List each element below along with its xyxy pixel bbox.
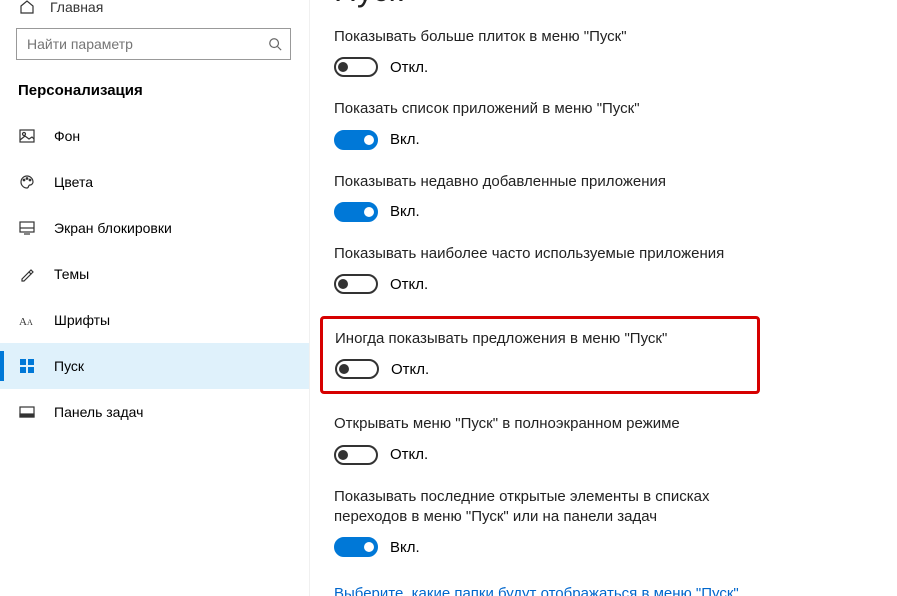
picture-icon [18, 129, 36, 143]
toggle-state: Откл. [390, 446, 428, 463]
setting-jumplists: Показывать последние открытые элементы в… [334, 487, 873, 558]
sidebar-item-fonts[interactable]: AA Шрифты [0, 297, 309, 343]
toggle-state: Вкл. [390, 131, 420, 148]
sidebar-item-label: Экран блокировки [54, 220, 172, 236]
svg-text:A: A [27, 318, 33, 327]
setting-label: Открывать меню "Пуск" в полноэкранном ре… [334, 414, 774, 434]
home-label: Главная [50, 0, 103, 15]
fonts-icon: AA [18, 312, 36, 328]
sidebar: Главная Персонализация Фон Цвета [0, 0, 310, 596]
taskbar-icon [18, 406, 36, 418]
toggle-state: Откл. [391, 361, 429, 378]
start-icon [18, 358, 36, 374]
toggle-suggestions[interactable] [335, 359, 379, 379]
setting-label: Показывать последние открытые элементы в… [334, 487, 774, 528]
sidebar-item-label: Фон [54, 128, 80, 144]
setting-recent-apps: Показывать недавно добавленные приложени… [334, 172, 873, 222]
sidebar-item-home[interactable]: Главная [0, 0, 309, 20]
sidebar-item-lockscreen[interactable]: Экран блокировки [0, 205, 309, 251]
toggle-more-tiles[interactable] [334, 57, 378, 77]
setting-label: Показывать наиболее часто используемые п… [334, 244, 774, 264]
home-icon [18, 0, 36, 15]
toggle-state: Откл. [390, 276, 428, 293]
search-field[interactable] [27, 36, 268, 52]
folders-link[interactable]: Выберите, какие папки будут отображаться… [334, 585, 739, 596]
search-input[interactable] [16, 28, 291, 60]
sidebar-item-label: Панель задач [54, 404, 143, 420]
themes-icon [18, 266, 36, 282]
setting-label: Иногда показывать предложения в меню "Пу… [335, 329, 745, 349]
sidebar-item-background[interactable]: Фон [0, 113, 309, 159]
setting-app-list: Показать список приложений в меню "Пуск"… [334, 99, 873, 149]
toggle-app-list[interactable] [334, 130, 378, 150]
main-content: Пуск Показывать больше плиток в меню "Пу… [310, 0, 897, 596]
setting-fullscreen: Открывать меню "Пуск" в полноэкранном ре… [334, 414, 873, 464]
toggle-most-used[interactable] [334, 274, 378, 294]
setting-most-used: Показывать наиболее часто используемые п… [334, 244, 873, 294]
sidebar-item-label: Пуск [54, 358, 84, 374]
sidebar-item-themes[interactable]: Темы [0, 251, 309, 297]
setting-label: Показывать недавно добавленные приложени… [334, 172, 774, 192]
toggle-state: Вкл. [390, 203, 420, 220]
sidebar-item-label: Цвета [54, 174, 93, 190]
toggle-state: Вкл. [390, 539, 420, 556]
toggle-fullscreen[interactable] [334, 445, 378, 465]
sidebar-item-label: Шрифты [54, 312, 110, 328]
setting-more-tiles: Показывать больше плиток в меню "Пуск" О… [334, 27, 873, 77]
sidebar-item-taskbar[interactable]: Панель задач [0, 389, 309, 435]
sidebar-item-label: Темы [54, 266, 89, 282]
setting-label: Показать список приложений в меню "Пуск" [334, 99, 774, 119]
toggle-jumplists[interactable] [334, 537, 378, 557]
highlighted-setting: Иногда показывать предложения в меню "Пу… [320, 316, 760, 394]
toggle-recent-apps[interactable] [334, 202, 378, 222]
toggle-state: Откл. [390, 59, 428, 76]
setting-label: Показывать больше плиток в меню "Пуск" [334, 27, 774, 47]
lockscreen-icon [18, 221, 36, 235]
sidebar-item-start[interactable]: Пуск [0, 343, 309, 389]
svg-text:A: A [19, 316, 27, 328]
section-title: Персонализация [0, 78, 309, 113]
sidebar-item-colors[interactable]: Цвета [0, 159, 309, 205]
setting-suggestions: Иногда показывать предложения в меню "Пу… [335, 329, 745, 379]
palette-icon [18, 174, 36, 190]
page-title: Пуск [334, 0, 873, 9]
search-icon [268, 37, 282, 51]
